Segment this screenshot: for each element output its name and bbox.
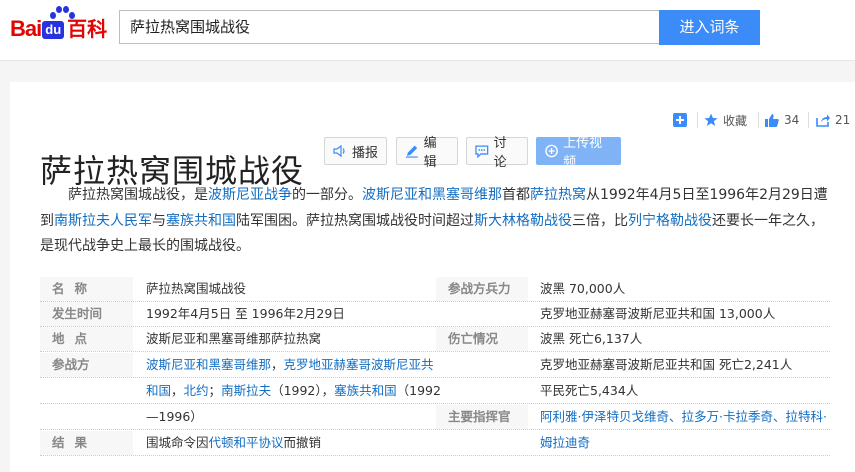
summary-text: 萨拉热窝围城战役，是 — [68, 187, 208, 203]
info-value-sides: 波斯尼亚和黑塞哥维那，克罗地亚赫塞哥波斯尼亚共 — [146, 353, 434, 377]
like-button[interactable]: 34 — [765, 110, 799, 130]
divider — [758, 112, 759, 128]
pencil-icon — [405, 145, 418, 158]
info-value-place: 波斯尼亚和黑塞哥维那萨拉热窝 — [146, 331, 322, 346]
info-label-commander: 主要指挥官 — [436, 405, 528, 429]
speaker-icon — [333, 145, 345, 157]
link-leningrad[interactable]: 列宁格勒战役 — [628, 213, 712, 229]
info-value-strength: 克罗地亚赫塞哥波斯尼亚共和国 13,000人 — [540, 306, 776, 321]
share-button[interactable]: 21 — [816, 110, 850, 130]
lemma-summary: 萨拉热窝围城战役，是波斯尼亚战争的一部分。波斯尼亚和黑塞哥维那首都萨拉热窝从19… — [40, 183, 835, 260]
sep-text: （1992）， — [271, 383, 335, 398]
info-value-time: 1992年4月5日 至 1996年2月29日 — [146, 306, 345, 321]
upload-label: 上传视频 — [563, 136, 603, 170]
summary-text: 的一部分。 — [292, 187, 362, 203]
divider — [808, 112, 809, 128]
baidu-baike-logo[interactable]: Bai du 百科 — [10, 6, 107, 42]
info-label-strength: 参战方兵力 — [436, 277, 528, 301]
info-row: 参战方 波斯尼亚和黑塞哥维那，克罗地亚赫塞哥波斯尼亚共 克罗地亚赫塞哥波斯尼亚共… — [40, 353, 830, 378]
info-value-sides: —1996） — [146, 409, 203, 424]
summary-text: 首都 — [502, 187, 530, 203]
info-row: 结果 围城命令因代顿和平协议而撤销 姆拉迪奇 — [40, 431, 830, 456]
info-row: 名称 萨拉热窝围城战役 参战方兵力 波黑 70,000人 — [40, 277, 830, 302]
info-value-name: 萨拉热窝围城战役 — [146, 281, 247, 296]
info-value-commander: 阿利雅·伊泽特贝戈维奇、拉多万·卡拉季奇、拉特科· — [540, 405, 827, 429]
link-republika-srpska[interactable]: 塞族共和国 — [334, 383, 397, 398]
info-label-time: 发生时间 — [40, 302, 133, 326]
info-row: 和国，北约；南斯拉夫（1992），塞族共和国（1992 平民死亡5,434人 — [40, 379, 830, 404]
plus-square-icon — [673, 113, 687, 127]
top-bar: Bai du 百科 萨拉热窝围城战役 进入词条 — [0, 0, 855, 61]
paw-icon — [48, 6, 75, 24]
discuss-button[interactable]: 讨论 — [466, 136, 528, 170]
info-value-strength: 波黑 70,000人 — [540, 281, 626, 296]
info-row: 发生时间 1992年4月5日 至 1996年2月29日 克罗地亚赫塞哥波斯尼亚共… — [40, 302, 830, 327]
summary-text: 三倍，比 — [572, 212, 628, 229]
info-row: —1996） 主要指挥官 阿利雅·伊泽特贝戈维奇、拉多万·卡拉季奇、拉特科· — [40, 405, 830, 430]
link-stalingrad[interactable]: 斯大林格勒战役 — [474, 213, 572, 229]
edit-label: 编辑 — [423, 136, 437, 170]
link-sarajevo[interactable]: 萨拉热窝 — [530, 187, 586, 203]
summary-text: 与 — [152, 212, 166, 229]
divider — [697, 112, 698, 128]
info-value-casualty: 波黑 死亡6,137人 — [540, 331, 643, 346]
link-croatian-republic[interactable]: 克罗地亚赫塞哥波斯尼亚共 — [284, 357, 434, 372]
share-count: 21 — [835, 113, 851, 127]
plus-circle-icon — [545, 144, 558, 158]
like-count: 34 — [784, 113, 800, 127]
favorite-button[interactable]: 收藏 — [704, 110, 747, 130]
link-republika-srpska[interactable]: 塞族共和国 — [166, 213, 236, 229]
info-label-place: 地点 — [40, 327, 133, 351]
info-label-sides: 参战方 — [40, 353, 133, 377]
info-value-result: 围城命令因代顿和平协议而撤销 — [146, 431, 321, 455]
thumbs-up-icon — [765, 114, 779, 127]
play-audio-button[interactable]: 播报 — [324, 137, 387, 165]
sep-text: （1992 — [396, 383, 441, 398]
summary-text: 陆军围困。萨拉热窝围城战役时间超过 — [236, 212, 474, 229]
info-value-sides: 和国，北约；南斯拉夫（1992），塞族共和国（1992 — [146, 379, 441, 403]
star-icon — [704, 113, 718, 126]
link-bosnia-herzegovina[interactable]: 波斯尼亚和黑塞哥维那 — [146, 357, 271, 372]
sep-text: ， — [271, 357, 284, 372]
info-label-casualty: 伤亡情况 — [436, 327, 528, 351]
info-value-commander: 姆拉迪奇 — [540, 431, 590, 455]
discuss-label: 讨论 — [493, 136, 507, 170]
share-icon — [816, 114, 830, 127]
link-yugoslavia[interactable]: 南斯拉夫 — [221, 383, 271, 398]
info-value-casualty: 平民死亡5,434人 — [540, 383, 639, 398]
link-dayton-agreement[interactable]: 代顿和平协议 — [209, 435, 284, 450]
add-button[interactable] — [673, 110, 692, 130]
link-croatian-republic[interactable]: 和国 — [146, 383, 171, 398]
result-text: 围城命令因 — [146, 435, 209, 450]
link-bosnia-herzegovina[interactable]: 波斯尼亚和黑塞哥维那 — [362, 187, 502, 203]
search-input[interactable]: 萨拉热窝围城战役 — [119, 10, 659, 44]
link-bosnian-war[interactable]: 波斯尼亚战争 — [208, 187, 292, 203]
link-nato[interactable]: 北约 — [184, 383, 209, 398]
sep-text: ， — [171, 383, 184, 398]
info-label-result: 结果 — [40, 431, 133, 455]
play-label: 播报 — [352, 145, 379, 161]
info-value-casualty: 克罗地亚赫塞哥波斯尼亚共和国 死亡2,241人 — [540, 357, 793, 372]
logo-text-bai: Bai — [10, 16, 42, 41]
enter-entry-button[interactable]: 进入词条 — [659, 10, 760, 45]
link-mladic[interactable]: 姆拉迪奇 — [540, 435, 590, 450]
info-label-name: 名称 — [40, 277, 133, 301]
edit-button[interactable]: 编辑 — [396, 136, 458, 170]
sep-text: ； — [208, 383, 222, 398]
favorite-label: 收藏 — [723, 113, 748, 128]
upload-video-button[interactable]: 上传视频 — [536, 136, 621, 170]
info-row: 地点 波斯尼亚和黑塞哥维那萨拉热窝 伤亡情况 波黑 死亡6,137人 — [40, 327, 830, 352]
link-yugoslav-army[interactable]: 南斯拉夫人民军 — [54, 213, 152, 229]
result-text: 而撤销 — [283, 435, 322, 450]
link-commanders[interactable]: 阿利雅·伊泽特贝戈维奇、拉多万·卡拉季奇、拉特科· — [540, 409, 827, 424]
chat-icon — [475, 145, 489, 158]
